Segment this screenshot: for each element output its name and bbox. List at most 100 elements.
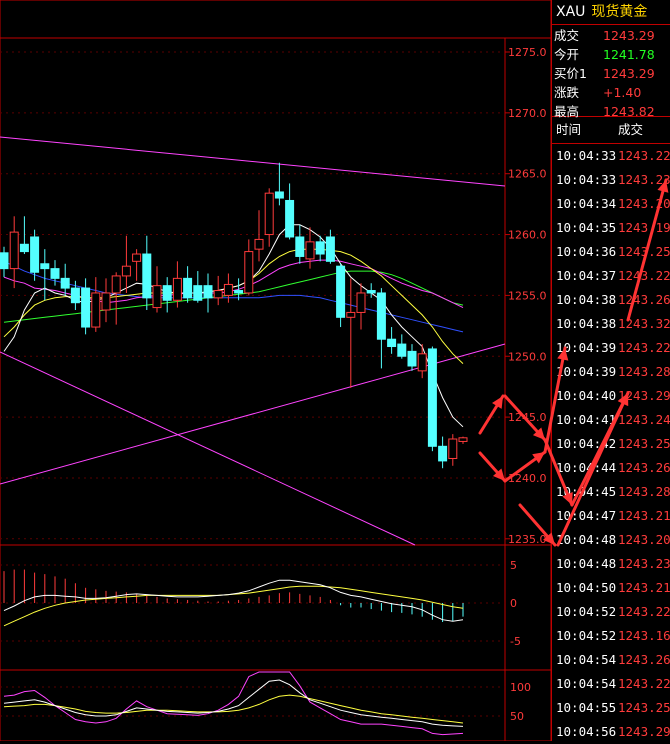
candle-body	[40, 263, 50, 270]
tick-price: 1243.26	[618, 460, 670, 475]
candle-body	[132, 253, 142, 262]
quote-row: 今开 1241.78	[552, 45, 670, 64]
tick-price: 1243.29	[618, 388, 670, 403]
tick-row[interactable]: 10:04:48 1243.20	[552, 528, 670, 552]
tick-row[interactable]: 10:04:36 1243.25	[552, 240, 670, 264]
candle-body	[387, 338, 397, 348]
tick-row[interactable]: 10:04:48 1243.23	[552, 552, 670, 576]
candle-body	[30, 236, 40, 273]
tick-row[interactable]: 10:04:52 1243.22	[552, 600, 670, 624]
tick-time: 10:04:56	[556, 724, 617, 739]
tick-row[interactable]: 10:04:38 1243.32	[552, 312, 670, 336]
candle	[427, 346, 437, 452]
tick-row[interactable]: 10:04:33 1243.22	[552, 144, 670, 168]
tick-row[interactable]: 10:04:39 1243.28	[552, 360, 670, 384]
price-axis-label: 1235.0	[508, 533, 547, 546]
tick-row[interactable]: 10:04:37 1243.22	[552, 264, 670, 288]
candle	[9, 216, 19, 289]
tick-list[interactable]: 10:04:33 1243.22 10:04:33 1243.23 10:04:34 12…	[552, 144, 670, 744]
candle-body	[111, 275, 121, 294]
candle-body	[397, 343, 407, 357]
kline-chart[interactable]: 1275.0 1270.0 1265.0 1260.0 1255.0 1250.0 1245…	[0, 0, 551, 741]
macd-axis-label: 0	[510, 597, 517, 610]
tick-row[interactable]: 10:04:45 1243.28	[552, 480, 670, 504]
candle	[448, 434, 458, 466]
tick-row[interactable]: 10:04:35 1243.19	[552, 216, 670, 240]
candle-body	[70, 287, 80, 304]
quote-row: 买价1 1243.29	[552, 64, 670, 83]
tick-time: 10:04:34	[556, 196, 617, 211]
candle-body	[91, 292, 101, 328]
candle-body	[295, 236, 305, 257]
tick-time: 10:04:39	[556, 364, 617, 379]
candle	[111, 272, 121, 325]
tick-time: 10:04:50	[556, 580, 617, 595]
candle	[81, 278, 91, 335]
tick-row[interactable]: 10:04:44 1243.26	[552, 456, 670, 480]
tick-price: 1243.23	[618, 556, 670, 571]
candle	[30, 229, 40, 281]
tick-price: 1243.22	[618, 676, 670, 691]
tick-row[interactable]: 10:04:42 1243.25	[552, 432, 670, 456]
price-axis-label: 1250.0	[508, 350, 547, 363]
candle	[346, 278, 356, 388]
tick-time: 10:04:33	[556, 148, 617, 163]
tick-row[interactable]: 10:04:55 1243.25	[552, 696, 670, 720]
candle-body	[81, 287, 91, 328]
tick-row[interactable]: 10:04:34 1243.20	[552, 192, 670, 216]
tick-time: 10:04:38	[556, 292, 617, 307]
candle-body	[448, 438, 458, 459]
tick-price: 1243.21	[618, 580, 670, 595]
chart-frame	[0, 0, 551, 741]
candle-body	[162, 285, 172, 301]
tick-time: 10:04:42	[556, 436, 617, 451]
candle-body	[264, 192, 274, 236]
candle	[152, 266, 162, 313]
quote-row: 涨跌 +1.40	[552, 83, 670, 102]
tick-row[interactable]: 10:04:40 1243.29	[552, 384, 670, 408]
tick-row[interactable]: 10:04:56 1243.29	[552, 720, 670, 744]
price-axis-label: 1260.0	[508, 229, 547, 242]
tick-row[interactable]: 10:04:39 1243.22	[552, 336, 670, 360]
tick-price: 1243.22	[618, 604, 670, 619]
candle	[397, 334, 407, 359]
tick-row[interactable]: 10:04:33 1243.23	[552, 168, 670, 192]
tick-row[interactable]: 10:04:47 1243.21	[552, 504, 670, 528]
macd-axis-label: 5	[510, 559, 517, 572]
tick-time: 10:04:54	[556, 676, 617, 691]
quote-summary: 成交 1243.29 今开 1241.78 买价1 1243.29 涨跌 +1.40 最高 124…	[552, 25, 670, 119]
candle-body	[9, 231, 19, 270]
macd-dea-line	[3, 585, 464, 627]
candle	[40, 249, 50, 301]
ma-line-white	[3, 224, 464, 428]
tick-price: 1243.32	[618, 316, 670, 331]
tick-price: 1243.28	[618, 484, 670, 499]
ticks-header-time: 时间	[556, 122, 582, 137]
tick-row[interactable]: 10:04:41 1243.24	[552, 408, 670, 432]
tick-price: 1243.25	[618, 700, 670, 715]
instrument-symbol: XAU	[556, 4, 586, 20]
tick-row[interactable]: 10:04:38 1243.26	[552, 288, 670, 312]
tick-row[interactable]: 10:04:54 1243.22	[552, 672, 670, 696]
quote-label: 成交	[554, 28, 580, 43]
candle-body	[152, 285, 162, 309]
price-axis-label: 1255.0	[508, 289, 547, 302]
candle	[254, 210, 264, 262]
quote-label: 涨跌	[554, 85, 580, 100]
candle-body	[19, 243, 29, 253]
price-axis-label: 1270.0	[508, 107, 547, 120]
price-axis-label: 1265.0	[508, 168, 547, 181]
tick-time: 10:04:52	[556, 604, 617, 619]
tick-row[interactable]: 10:04:52 1243.16	[552, 624, 670, 648]
tick-row[interactable]: 10:04:54 1243.26	[552, 648, 670, 672]
macd-dif-line	[3, 579, 464, 622]
macd-axis-label: -5	[510, 635, 521, 648]
candle-body	[244, 251, 254, 294]
tick-price: 1243.28	[618, 364, 670, 379]
candle	[60, 263, 70, 296]
candle-body	[60, 277, 70, 289]
candle	[438, 436, 448, 469]
tick-row[interactable]: 10:04:50 1243.21	[552, 576, 670, 600]
instrument-header[interactable]: XAU 现货黄金	[552, 0, 670, 25]
candle-body	[366, 290, 376, 294]
